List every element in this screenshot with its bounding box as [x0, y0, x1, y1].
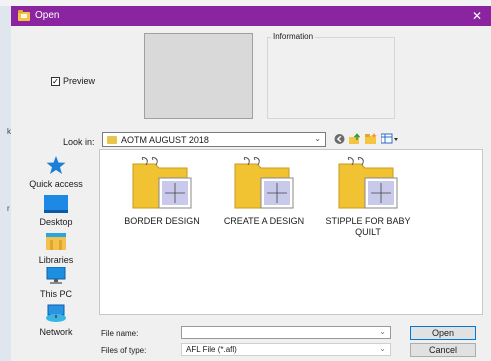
afl-folder-icon	[338, 156, 398, 209]
afl-folder-icon	[132, 156, 192, 209]
place-this-pc[interactable]: This PC	[17, 266, 95, 299]
close-button[interactable]: ✕	[463, 6, 491, 26]
check-icon: ✓	[52, 76, 59, 86]
open-folder-icon	[18, 10, 30, 21]
view-menu-icon[interactable]	[381, 133, 399, 145]
file-type-value: AFL File (*.afl)	[186, 345, 237, 354]
up-folder-icon[interactable]	[349, 133, 361, 145]
file-name: BORDER DESIGN	[124, 216, 200, 226]
look-in-value: AOTM AUGUST 2018	[121, 135, 209, 145]
checkbox-box[interactable]: ✓	[51, 76, 60, 86]
new-folder-icon[interactable]	[365, 133, 377, 145]
information-panel	[267, 37, 395, 119]
file-name-label: File name:	[101, 329, 139, 338]
open-dialog: Open ✕ ✓ Preview Information Look in: AO…	[11, 6, 491, 361]
information-label: Information	[271, 32, 316, 41]
place-label: This PC	[39, 289, 72, 299]
cancel-button[interactable]: Cancel	[410, 343, 476, 357]
preview-pane	[144, 33, 253, 119]
chevron-down-icon: ⌄	[379, 344, 386, 353]
place-desktop[interactable]: Desktop	[17, 195, 95, 227]
dialog-title: Open	[35, 10, 60, 21]
afl-folder-icon	[234, 156, 294, 209]
open-button[interactable]: Open	[410, 326, 476, 340]
chevron-down-icon: ⌄	[314, 134, 321, 143]
libraries-icon	[46, 233, 66, 250]
place-label: Quick access	[29, 179, 83, 189]
place-libraries[interactable]: Libraries	[17, 231, 95, 265]
desktop-icon	[44, 195, 68, 213]
folder-icon	[107, 136, 117, 144]
places-bar: Quick access Desktop Libraries This PC N…	[17, 151, 95, 337]
quick-access-star-icon	[46, 156, 66, 174]
file-list[interactable]: BORDER DESIGN CREATE A DESIGN STIPPLE FO…	[99, 149, 483, 315]
back-icon[interactable]	[334, 133, 345, 145]
close-icon: ✕	[471, 9, 483, 23]
file-item[interactable]: STIPPLE FOR BABY QUILT	[316, 156, 420, 238]
file-item[interactable]: BORDER DESIGN	[110, 156, 214, 227]
preview-checkbox[interactable]: ✓ Preview	[51, 76, 95, 86]
file-name-input[interactable]: ⌄	[181, 326, 391, 339]
place-network[interactable]: Network	[17, 303, 95, 337]
this-pc-icon	[46, 266, 66, 284]
place-quick-access[interactable]: Quick access	[17, 155, 95, 189]
chevron-down-icon[interactable]: ⌄	[379, 327, 386, 336]
place-label: Libraries	[38, 255, 74, 265]
preview-label: Preview	[63, 76, 96, 86]
title-bar: Open ✕	[11, 6, 491, 26]
look-in-dropdown[interactable]: AOTM AUGUST 2018 ⌄	[102, 132, 326, 147]
file-type-dropdown[interactable]: AFL File (*.afl) ⌄	[181, 343, 391, 356]
background-text-fragment: r	[7, 204, 10, 213]
file-item[interactable]: CREATE A DESIGN	[212, 156, 316, 227]
network-icon	[46, 304, 66, 322]
file-type-label: Files of type:	[101, 346, 147, 355]
file-name: CREATE A DESIGN	[223, 216, 305, 226]
place-label: Network	[39, 327, 73, 337]
place-label: Desktop	[39, 217, 73, 227]
file-name: STIPPLE FOR BABY QUILT	[325, 216, 411, 237]
look-in-label: Look in:	[63, 137, 95, 147]
